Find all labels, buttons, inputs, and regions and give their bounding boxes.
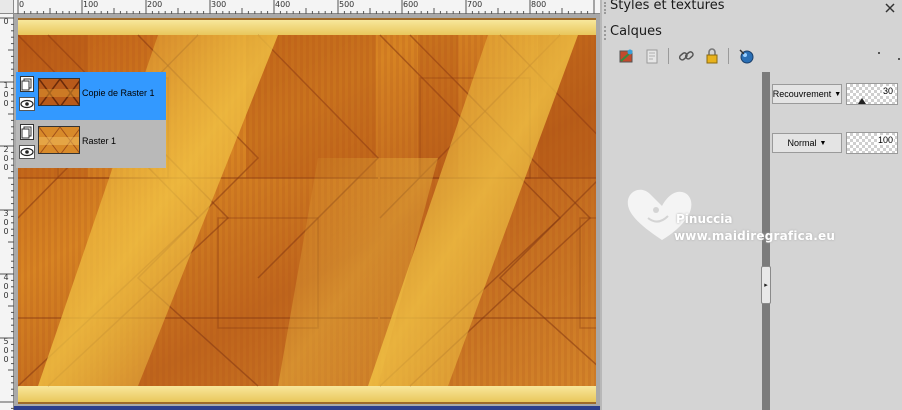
ruler-label: 0	[3, 17, 9, 26]
lock-icon[interactable]	[702, 46, 722, 66]
ruler-label: 0	[3, 154, 9, 163]
ruler-label: 0	[3, 355, 9, 364]
layer-properties-icon[interactable]	[642, 46, 662, 66]
layers-panel-grip[interactable]	[604, 26, 608, 40]
ruler-label: 600	[403, 0, 419, 9]
blend-mode-select[interactable]: Normal ▼	[772, 133, 842, 153]
ruler-label: 3	[3, 209, 9, 218]
ruler-label: 200	[147, 0, 163, 9]
toolbar-separator	[728, 48, 729, 64]
ruler-label: 0	[3, 218, 9, 227]
ruler-label: 500	[339, 0, 355, 9]
chevron-down-icon: ▼	[834, 90, 842, 98]
layers-panel-title: Calques	[610, 24, 662, 39]
layer-name: Copie de Raster 1	[82, 88, 155, 98]
layer-group-icon[interactable]	[20, 124, 34, 140]
chevron-right-icon: ▸	[764, 281, 768, 289]
watermark-url: www.maidiregrafica.eu	[674, 229, 836, 243]
ruler-label: 0	[3, 282, 9, 291]
horizontal-ruler-ticks	[17, 0, 595, 14]
eye-icon[interactable]	[19, 145, 35, 159]
ruler-label: 0	[3, 227, 9, 236]
ruler-label: 1	[3, 81, 9, 90]
eye-icon[interactable]	[19, 97, 35, 111]
ruler-label: 0	[3, 291, 9, 300]
blend-mode-select[interactable]: Recouvrement ▼	[772, 84, 842, 104]
ruler-label: 0	[3, 99, 9, 108]
toolbar-separator	[668, 48, 669, 64]
layer-row-raster-1[interactable]: Raster 1	[16, 120, 166, 168]
canvas-horizontal-scrollbar[interactable]	[14, 406, 600, 410]
blend-mode-value: Normal	[787, 138, 817, 148]
opacity-slider[interactable]: 100	[846, 132, 898, 154]
ruler-label: 0	[3, 346, 9, 355]
layer-thumbnail	[38, 78, 80, 106]
layer-group-icon[interactable]	[20, 76, 34, 92]
new-layer-icon[interactable]	[616, 46, 636, 66]
ruler-label: 2	[3, 145, 9, 154]
ruler-label: 5	[3, 337, 9, 346]
mask-icon[interactable]	[736, 46, 756, 66]
styles-panel-grip[interactable]	[604, 2, 608, 14]
ruler-label: 800	[531, 0, 547, 9]
panel-dot	[898, 58, 900, 60]
layer-name: Raster 1	[82, 136, 117, 146]
blend-mode-value: Recouvrement	[772, 89, 832, 99]
link-icon[interactable]	[676, 46, 696, 66]
layers-list: Copie de Raster 1 Raster 1	[16, 72, 166, 168]
layer-thumbnail	[38, 126, 80, 154]
ruler-label: 0	[19, 0, 25, 9]
ruler-corner	[0, 0, 14, 14]
image-canvas-area[interactable]: 0 100 200 300 400 500 600 700 800 0 1 0 …	[0, 0, 600, 410]
ruler-label: 4	[3, 273, 9, 282]
layer-row-copie-de-raster-1[interactable]: Copie de Raster 1	[16, 72, 166, 120]
ruler-label: 700	[467, 0, 483, 9]
ruler-label: 0	[3, 90, 9, 99]
vertical-ruler: 0 1 0 0 2 0 0 3 0 0 4 0 0 5 0 0	[0, 14, 14, 410]
ruler-label: 100	[83, 0, 99, 9]
ruler-label: 300	[211, 0, 227, 9]
close-icon[interactable]	[884, 2, 896, 14]
opacity-value: 100	[876, 135, 894, 145]
horizontal-ruler: 0 100 200 300 400 500 600 700 800	[14, 0, 600, 14]
opacity-slider[interactable]: 30	[846, 83, 898, 105]
layers-scrollbar-grip[interactable]: ▸	[761, 266, 771, 304]
watermark-name: Pinuccia	[676, 212, 733, 226]
chevron-down-icon: ▼	[819, 139, 827, 147]
ruler-label: 0	[3, 163, 9, 172]
opacity-marker[interactable]	[858, 98, 866, 104]
panel-dot	[878, 52, 880, 54]
ruler-label: 400	[275, 0, 291, 9]
styles-panel-title: Styles et textures	[610, 0, 725, 13]
opacity-value: 30	[881, 86, 894, 96]
